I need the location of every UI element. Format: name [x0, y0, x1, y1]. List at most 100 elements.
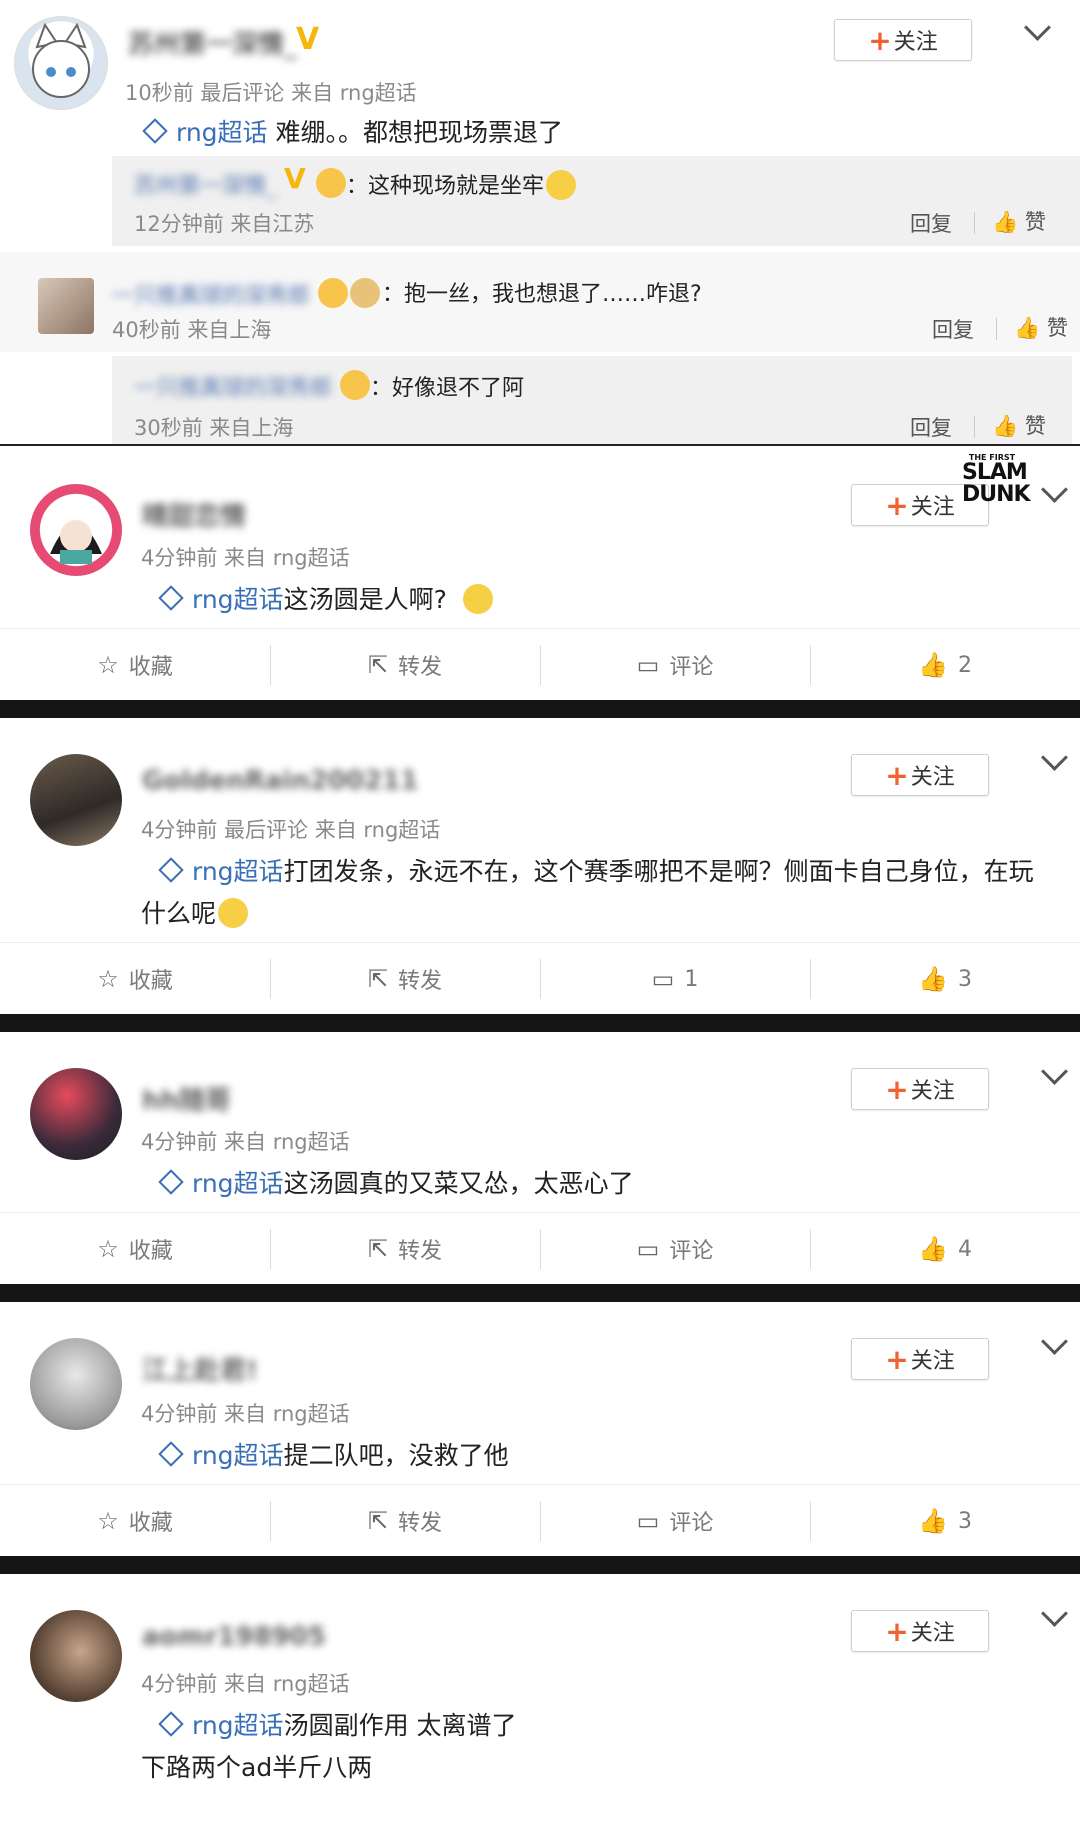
like-button[interactable]: 👍 赞 — [1014, 312, 1068, 342]
repost-button[interactable]: ⇱ 转发 — [270, 1485, 540, 1557]
medal-icon — [340, 370, 370, 400]
post-separator — [0, 700, 1080, 718]
reply-button[interactable]: 回复 — [910, 208, 952, 238]
username[interactable]: GoldenRain200211 — [142, 766, 418, 796]
avatar[interactable] — [14, 16, 108, 110]
follow-label: 关注 — [910, 495, 955, 520]
like-button[interactable]: 👍 赞 — [992, 206, 1046, 236]
follow-button[interactable]: + 关注 — [851, 754, 989, 796]
post-text: 难绷。。都想把现场票退了 — [267, 118, 564, 147]
topic-link[interactable]: rng超话 — [192, 1711, 284, 1740]
thumbs-up-icon: 👍 — [992, 414, 1019, 438]
logo-line3: DUNK — [962, 482, 1031, 507]
action-bar: ☆ 收藏 ⇱ 转发 ▭ 评论 👍 3 — [0, 1484, 1080, 1558]
post-text: 这汤圆是人啊? — [283, 585, 447, 614]
chevron-down-icon[interactable] — [1041, 1058, 1068, 1085]
share-icon: ⇱ — [367, 651, 389, 679]
reply-text: ：好像退不了阿 — [370, 376, 525, 401]
super-topic-icon — [158, 1169, 184, 1195]
chevron-down-icon[interactable] — [1041, 1328, 1068, 1355]
anime-girl-avatar-icon — [50, 520, 102, 564]
star-icon: ☆ — [97, 1507, 119, 1535]
follow-button[interactable]: + 关注 — [834, 19, 972, 61]
comment-button[interactable]: ▭ 1 — [540, 943, 810, 1015]
follow-button[interactable]: + 关注 — [851, 1338, 989, 1380]
topic-link[interactable]: rng超话 — [192, 1441, 284, 1470]
action-bar: ☆ 收藏 ⇱ 转发 ▭ 评论 👍 4 — [0, 1212, 1080, 1286]
post-meta: 10秒前 最后评论 来自 rng超话 — [125, 81, 417, 105]
reply-text-content: ：抱一丝，我也想退了……咋退? — [382, 282, 702, 307]
avatar[interactable] — [30, 484, 122, 576]
reply-text: ：这种现场就是坐牢 — [346, 168, 577, 202]
comment-button[interactable]: ▭ 评论 — [540, 629, 810, 701]
reply-username[interactable]: 一只推真球的深秀郎 — [134, 370, 332, 402]
chevron-down-icon[interactable] — [1041, 476, 1068, 503]
follow-label: 关注 — [893, 30, 938, 55]
favorite-button[interactable]: ☆ 收藏 — [0, 943, 270, 1015]
chevron-down-icon[interactable] — [1041, 744, 1068, 771]
divider — [996, 318, 997, 340]
comment-icon: ▭ — [651, 965, 675, 993]
verified-badge-icon: V — [284, 162, 306, 195]
post-meta: 4分钟前 来自 rng超话 — [141, 1130, 350, 1154]
like-button[interactable]: 👍 4 — [810, 1213, 1080, 1285]
username[interactable]: hh随哥 — [142, 1080, 231, 1117]
share-icon: ⇱ — [367, 1507, 389, 1535]
reply-username[interactable]: 一只推真球的深秀郎 — [112, 278, 310, 310]
thumbs-up-icon: 👍 — [992, 210, 1019, 234]
repost-button[interactable]: ⇱ 转发 — [270, 943, 540, 1015]
reply-meta: 12分钟前 来自江苏 — [134, 212, 315, 236]
repost-button[interactable]: ⇱ 转发 — [270, 629, 540, 701]
avatar[interactable] — [30, 1610, 122, 1702]
avatar[interactable] — [30, 754, 122, 846]
comment-label: 评论 — [669, 1511, 714, 1536]
post-content: rng超话打团发条，永远不在，这个赛季哪把不是啊？侧面卡自己身位，在玩 — [156, 852, 1034, 888]
comment-icon: ▭ — [636, 1507, 660, 1535]
comment-label: 评论 — [669, 655, 714, 680]
plus-icon: + — [868, 23, 892, 57]
avatar[interactable] — [30, 1068, 122, 1160]
follow-button[interactable]: + 关注 — [851, 1610, 989, 1652]
favorite-button[interactable]: ☆ 收藏 — [0, 1485, 270, 1557]
reply-text-content: ：这种现场就是坐牢 — [346, 174, 545, 199]
username[interactable]: 江上赴君! — [142, 1350, 258, 1387]
username[interactable]: aomr198905 — [142, 1622, 326, 1652]
chevron-down-icon[interactable] — [1041, 1600, 1068, 1627]
repost-button[interactable]: ⇱ 转发 — [270, 1213, 540, 1285]
avatar[interactable] — [38, 278, 94, 334]
reply-button[interactable]: 回复 — [910, 412, 952, 442]
comment-button[interactable]: ▭ 评论 — [540, 1485, 810, 1557]
logo-line2: SLAM — [962, 460, 1028, 485]
repost-label: 转发 — [398, 655, 443, 680]
post-content-line2: 下路两个ad半斤八两 — [141, 1753, 373, 1782]
username[interactable]: 晴甜恋情 — [142, 496, 246, 533]
follow-label: 关注 — [910, 765, 955, 790]
topic-link[interactable]: rng超话 — [192, 857, 284, 886]
like-label: 赞 — [1046, 316, 1068, 340]
favorite-button[interactable]: ☆ 收藏 — [0, 629, 270, 701]
follow-button[interactable]: + 关注 — [851, 1068, 989, 1110]
reply-meta: 30秒前 来自上海 — [134, 416, 294, 440]
reply-username[interactable]: 苏州第一深情_ — [134, 168, 277, 200]
username[interactable]: 苏州第一深情_ — [128, 24, 297, 61]
post-content: rng超话提二队吧，没救了他 — [156, 1436, 509, 1472]
topic-link[interactable]: rng超话 — [192, 585, 284, 614]
like-button[interactable]: 👍 3 — [810, 943, 1080, 1015]
post-content: rng超话汤圆副作用 太离谱了 — [156, 1706, 517, 1742]
favorite-button[interactable]: ☆ 收藏 — [0, 1213, 270, 1285]
laugh-cry-emoji-icon — [546, 170, 577, 200]
chevron-down-icon[interactable] — [1024, 14, 1051, 41]
favorite-label: 收藏 — [128, 969, 173, 994]
reply-button[interactable]: 回复 — [932, 314, 974, 344]
topic-link[interactable]: rng超话 — [192, 1169, 284, 1198]
star-icon: ☆ — [97, 651, 119, 679]
section-divider — [0, 444, 1080, 446]
plus-icon: + — [885, 1342, 909, 1376]
topic-link[interactable]: rng超话 — [176, 118, 268, 147]
avatar[interactable] — [30, 1338, 122, 1430]
like-button[interactable]: 👍 3 — [810, 1485, 1080, 1557]
like-button[interactable]: 👍 赞 — [992, 410, 1046, 440]
comment-button[interactable]: ▭ 评论 — [540, 1213, 810, 1285]
like-button[interactable]: 👍 2 — [810, 629, 1080, 701]
thumbs-up-icon: 👍 — [918, 965, 948, 993]
